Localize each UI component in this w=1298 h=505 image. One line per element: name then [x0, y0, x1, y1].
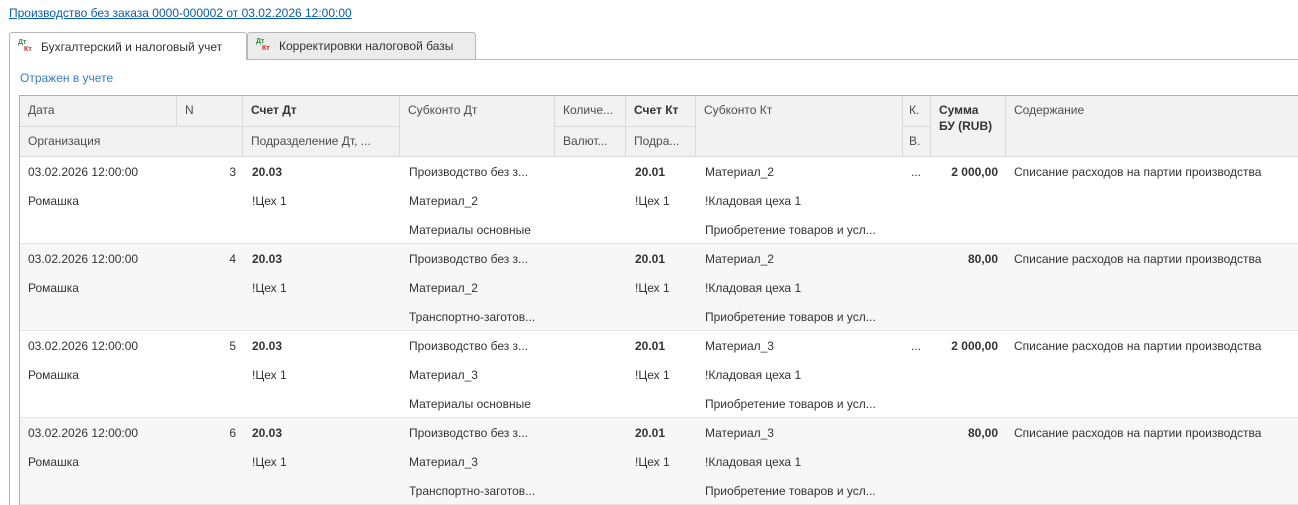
row-date: 03.02.2026 12:00:00 [28, 339, 139, 353]
row-subconto-dt-3: Транспортно-заготов... [409, 484, 536, 498]
row-n: 5 [229, 339, 236, 353]
row-account-dt: 20.03 [252, 252, 283, 266]
column-n[interactable]: N [177, 96, 243, 127]
row-subconto-dt-2: Материал_3 [409, 368, 478, 382]
column-sum[interactable]: Сумма БУ (RUB) [931, 96, 1006, 157]
table-row[interactable]: 03.02.2026 12:00:00 4 20.03 Производство… [20, 244, 1298, 331]
row-subconto-kt-3: Приобретение товаров и усл... [705, 397, 876, 411]
row-division-dt: !Цех 1 [252, 281, 287, 295]
column-content[interactable]: Содержание [1006, 96, 1298, 157]
tab-tax-corrections[interactable]: Дт Кт Корректировки налоговой базы [247, 32, 476, 59]
row-account-kt: 20.01 [635, 165, 666, 179]
row-n: 4 [229, 252, 236, 266]
row-date: 03.02.2026 12:00:00 [28, 426, 139, 440]
row-content: Списание расходов на партии производства [1014, 426, 1262, 440]
row-subconto-kt-3: Приобретение товаров и усл... [705, 223, 876, 237]
posting-status-link[interactable]: Отражен в учете [20, 71, 113, 85]
dt-kt-icon: Дт Кт [18, 38, 32, 53]
dt-kt-icon: Дт Кт [256, 38, 270, 52]
column-k[interactable]: К. [903, 96, 931, 127]
row-account-dt: 20.03 [252, 339, 283, 353]
tab-label: Бухгалтерский и налоговый учет [41, 39, 223, 54]
row-subconto-kt-1: Материал_3 [705, 339, 774, 353]
row-organization: Ромашка [28, 368, 79, 382]
row-subconto-dt-1: Производство без з... [409, 339, 529, 353]
row-subconto-kt-2: !Кладовая цеха 1 [705, 455, 802, 469]
row-subconto-dt-3: Материалы основные [409, 397, 531, 411]
row-n: 3 [229, 165, 236, 179]
row-subconto-kt-1: Материал_2 [705, 252, 774, 266]
tab-label: Корректировки налоговой базы [279, 39, 454, 53]
row-subconto-kt-2: !Кладовая цеха 1 [705, 281, 802, 295]
row-n: 6 [229, 426, 236, 440]
column-subconto-kt[interactable]: Субконто Кт [696, 96, 903, 157]
tab-panel: Отражен в учете Дата N Счет Дт Субконто … [9, 59, 1298, 505]
row-content: Списание расходов на партии производства [1014, 252, 1262, 266]
row-subconto-dt-3: Материалы основные [409, 223, 531, 237]
column-account-kt[interactable]: Счет Кт [626, 96, 696, 127]
table-header: Дата N Счет Дт Субконто Дт Количе... Сче… [20, 96, 1298, 157]
row-date: 03.02.2026 12:00:00 [28, 165, 139, 179]
row-division-kt: !Цех 1 [635, 368, 670, 382]
row-account-kt: 20.01 [635, 426, 666, 440]
row-account-dt: 20.03 [252, 426, 283, 440]
row-sum: 80,00 [967, 426, 998, 440]
row-account-kt: 20.01 [635, 339, 666, 353]
row-subconto-kt-2: !Кладовая цеха 1 [705, 368, 802, 382]
row-division-dt: !Цех 1 [252, 368, 287, 382]
column-division-dt[interactable]: Подразделение Дт, ... [243, 127, 400, 157]
document-title-link[interactable]: Производство без заказа 0000-000002 от 0… [9, 6, 352, 20]
row-organization: Ромашка [28, 455, 79, 469]
row-subconto-dt-1: Производство без з... [409, 165, 529, 179]
column-organization[interactable]: Организация [20, 127, 243, 157]
column-v[interactable]: В. [903, 127, 931, 157]
row-k: ... [911, 339, 922, 353]
column-division-kt[interactable]: Подра... [626, 127, 696, 157]
row-sum: 2 000,00 [951, 165, 998, 179]
row-subconto-kt-2: !Кладовая цеха 1 [705, 194, 802, 208]
row-organization: Ромашка [28, 281, 79, 295]
row-sum: 2 000,00 [951, 339, 998, 353]
row-subconto-kt-1: Материал_3 [705, 426, 774, 440]
row-organization: Ромашка [28, 194, 79, 208]
row-subconto-kt-1: Материал_2 [705, 165, 774, 179]
column-quantity[interactable]: Количе... [555, 96, 626, 127]
row-content: Списание расходов на партии производства [1014, 339, 1262, 353]
row-subconto-dt-3: Транспортно-заготов... [409, 310, 536, 324]
row-account-kt: 20.01 [635, 252, 666, 266]
row-subconto-dt-1: Производство без з... [409, 252, 529, 266]
column-account-dt[interactable]: Счет Дт [243, 96, 400, 127]
row-k [911, 424, 929, 442]
table-row[interactable]: 03.02.2026 12:00:00 5 20.03 Производство… [20, 331, 1298, 418]
row-division-kt: !Цех 1 [635, 281, 670, 295]
column-subconto-dt[interactable]: Субконто Дт [400, 96, 555, 157]
row-k: ... [911, 165, 922, 179]
row-subconto-dt-2: Материал_2 [409, 281, 478, 295]
column-date[interactable]: Дата [20, 96, 177, 127]
column-currency[interactable]: Валют... [555, 127, 626, 157]
row-k [911, 250, 929, 268]
table-row[interactable]: 03.02.2026 12:00:00 6 20.03 Производство… [20, 418, 1298, 505]
row-subconto-kt-3: Приобретение товаров и усл... [705, 484, 876, 498]
row-division-dt: !Цех 1 [252, 194, 287, 208]
postings-table: Дата N Счет Дт Субконто Дт Количе... Сче… [19, 95, 1298, 505]
row-content: Списание расходов на партии производства [1014, 165, 1262, 179]
row-subconto-dt-2: Материал_2 [409, 194, 478, 208]
row-subconto-dt-2: Материал_3 [409, 455, 478, 469]
row-account-dt: 20.03 [252, 165, 283, 179]
row-subconto-dt-1: Производство без з... [409, 426, 529, 440]
row-division-kt: !Цех 1 [635, 455, 670, 469]
row-division-dt: !Цех 1 [252, 455, 287, 469]
row-date: 03.02.2026 12:00:00 [28, 252, 139, 266]
row-division-kt: !Цех 1 [635, 194, 670, 208]
row-sum: 80,00 [967, 252, 998, 266]
tab-accounting[interactable]: Дт Кт Бухгалтерский и налоговый учет [9, 32, 247, 60]
table-row[interactable]: 03.02.2026 12:00:00 3 20.03 Производство… [20, 157, 1298, 244]
row-subconto-kt-3: Приобретение товаров и усл... [705, 310, 876, 324]
